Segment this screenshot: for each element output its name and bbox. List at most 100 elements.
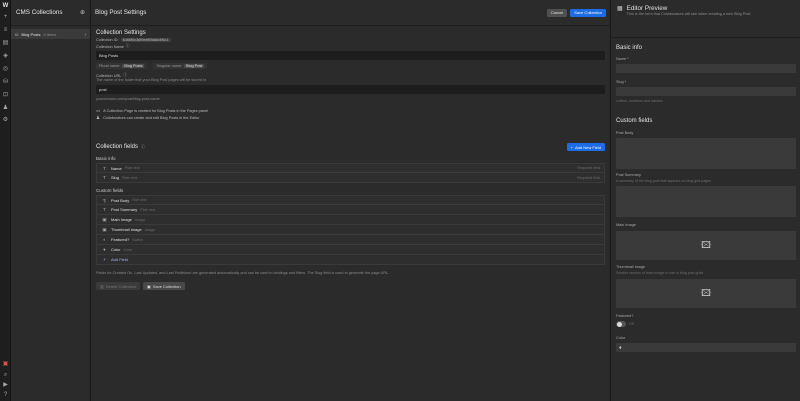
preview-title: Editor Preview — [626, 5, 668, 12]
settings-icon[interactable]: ⚙ — [2, 117, 9, 124]
color-icon: ● — [103, 247, 106, 252]
singular-value: Blog Post — [184, 64, 205, 68]
style-manager-icon[interactable]: ◎ — [2, 66, 9, 73]
field-row-name[interactable]: T Name Plain text Required field — [96, 163, 605, 173]
preview-post-summary-hint: A summary of the blog post that appears … — [616, 179, 712, 183]
field-row-slug[interactable]: T Slug Plain text Required field — [96, 173, 605, 183]
video-tutorials-icon[interactable]: ▶ — [2, 382, 9, 389]
ecommerce-icon[interactable]: ⊡ — [2, 92, 9, 99]
field-row-thumbnail-image[interactable]: ▣ Thumbnail image Image — [96, 225, 605, 235]
preview-post-summary-label: Post Summary — [616, 173, 641, 177]
preview-subtitle: This is the form that Collaborators will… — [626, 12, 751, 16]
navigator-icon[interactable]: ≡ — [2, 27, 9, 34]
collection-name-label: Collection Name — [96, 44, 124, 49]
add-elements-icon[interactable]: + — [2, 14, 9, 21]
alert-icon[interactable]: ▣ — [2, 361, 9, 368]
rich-text-icon: ¶ — [103, 197, 106, 203]
preview-featured-label: Featured? — [616, 314, 634, 318]
preview-color-label: Color — [616, 336, 626, 340]
save-icon: ▣ — [147, 283, 151, 289]
delete-collection-button[interactable]: ▥ Delete Collection — [96, 282, 141, 290]
field-name: Post Body — [111, 197, 130, 203]
preview-slug-hint: Letters, numbers and dashes — [616, 99, 663, 103]
note-text: A Collection Page is created for Blog Po… — [103, 108, 208, 113]
search-icon[interactable]: ⌕ — [2, 372, 9, 379]
plural-value: Blog Posts — [122, 64, 145, 68]
collection-url-input[interactable]: post — [96, 85, 605, 94]
save-collection-button[interactable]: Save Collection — [570, 8, 606, 17]
collaborators-note: ♟ Collaborators can create and edit Blog… — [96, 114, 605, 121]
users-icon[interactable]: ♟ — [2, 105, 9, 112]
info-icon[interactable]: ⓘ — [126, 44, 130, 49]
cancel-button[interactable]: Cancel — [546, 8, 568, 17]
required-badge: Required field — [577, 175, 600, 180]
add-field-row[interactable]: + Add Field — [96, 255, 605, 265]
pages-icon[interactable]: ▤ — [2, 40, 9, 47]
add-new-field-label: Add New Field — [574, 144, 601, 150]
collection-id-value[interactable]: 6466f0c36f9e6f05a6d4f6c1 — [120, 38, 171, 42]
collection-count: 0 items — [43, 31, 57, 37]
new-collection-icon[interactable]: ⊕ — [80, 9, 85, 16]
image-icon: ▣ — [102, 226, 107, 232]
field-row-main-image[interactable]: ▣ Main Image Image — [96, 215, 605, 225]
preview-slug-input[interactable] — [616, 87, 796, 96]
webflow-logo[interactable]: W — [2, 3, 9, 10]
page-title: Blog Post Settings — [95, 9, 147, 16]
field-type: Plain text — [140, 207, 156, 212]
collection-item-blog-posts[interactable]: ⛁ Blog Posts 0 items › — [11, 29, 90, 39]
preview-name-input[interactable] — [616, 64, 796, 73]
save-collection-button-secondary[interactable]: ▣ Save Collection — [143, 282, 185, 290]
switch-icon: ◐ — [103, 237, 106, 242]
editor-icon: ▦ — [617, 6, 623, 12]
help-icon[interactable]: ? — [2, 392, 9, 399]
users-icon: ♟ — [96, 114, 101, 120]
add-new-field-button[interactable]: + Add New Field — [566, 143, 605, 151]
preview-main-image-upload[interactable]: 🖾 — [616, 231, 796, 260]
preview-featured-toggle[interactable]: Off — [616, 321, 634, 327]
trash-icon: ▥ — [100, 283, 104, 289]
field-type: Image — [144, 227, 155, 232]
info-icon[interactable]: ⓘ — [141, 145, 145, 150]
collection-page-note: ▭ A Collection Page is created for Blog … — [96, 107, 605, 114]
field-row-post-body[interactable]: ¶ Post Body Rich text — [96, 195, 605, 205]
image-icon: ▣ — [102, 216, 107, 222]
text-icon: T — [103, 165, 106, 171]
custom-fields-heading: Custom fields — [96, 188, 124, 193]
preview-thumbnail-hint: Smaller version of main image to use in … — [616, 271, 704, 275]
plural-name-tag[interactable]: Plural name: Blog Posts — [96, 63, 148, 69]
color-drop-icon: ♦ — [619, 344, 622, 351]
field-row-featured[interactable]: ◐ Featured? Switch — [96, 235, 605, 245]
field-name: Main Image — [111, 217, 132, 222]
preview-thumbnail-upload[interactable]: 🖾 — [616, 279, 796, 308]
field-row-post-summary[interactable]: T Post Summary Plain text — [96, 205, 605, 215]
collection-id-label: Collection ID: — [96, 38, 119, 42]
field-name: Name — [111, 165, 122, 171]
preview-post-body-input[interactable] — [616, 138, 796, 169]
collection-name-input[interactable]: Blog Posts — [96, 51, 605, 60]
add-field-label: Add Field — [111, 257, 128, 262]
plus-icon: + — [103, 257, 106, 262]
field-name: Thumbnail image — [111, 227, 142, 232]
plural-label: Plural name: — [99, 64, 121, 68]
field-type: Image — [134, 217, 146, 222]
collection-icon: ⛁ — [15, 31, 19, 37]
collections-title: CMS Collections — [16, 9, 63, 16]
preview-name-label: Name * — [616, 57, 629, 61]
collection-url-hint: The name of the folder that your Blog Po… — [96, 78, 206, 82]
text-icon: T — [103, 175, 106, 180]
field-type: Plain text — [124, 166, 140, 170]
preview-color-input[interactable]: ♦ — [616, 343, 796, 352]
collections-panel: CMS Collections ⊕ ⛁ Blog Posts 0 items › — [11, 0, 91, 401]
preview-post-summary-input[interactable] — [616, 186, 796, 217]
image-icon: 🖾 — [701, 239, 711, 250]
cms-icon[interactable]: ⛁ — [2, 79, 9, 86]
field-row-color[interactable]: ● Color Color — [96, 245, 605, 255]
field-name: Color — [111, 247, 121, 252]
toggle-state: Off — [629, 322, 634, 326]
singular-name-tag[interactable]: Singular name: Blog Post — [153, 63, 208, 69]
settings-heading: Collection Settings — [96, 30, 146, 36]
toggle-switch[interactable] — [616, 321, 626, 327]
fields-heading: Collection fields — [96, 144, 139, 150]
preview-thumbnail-label: Thumbnail image — [616, 265, 646, 269]
components-icon[interactable]: ◈ — [2, 53, 9, 60]
